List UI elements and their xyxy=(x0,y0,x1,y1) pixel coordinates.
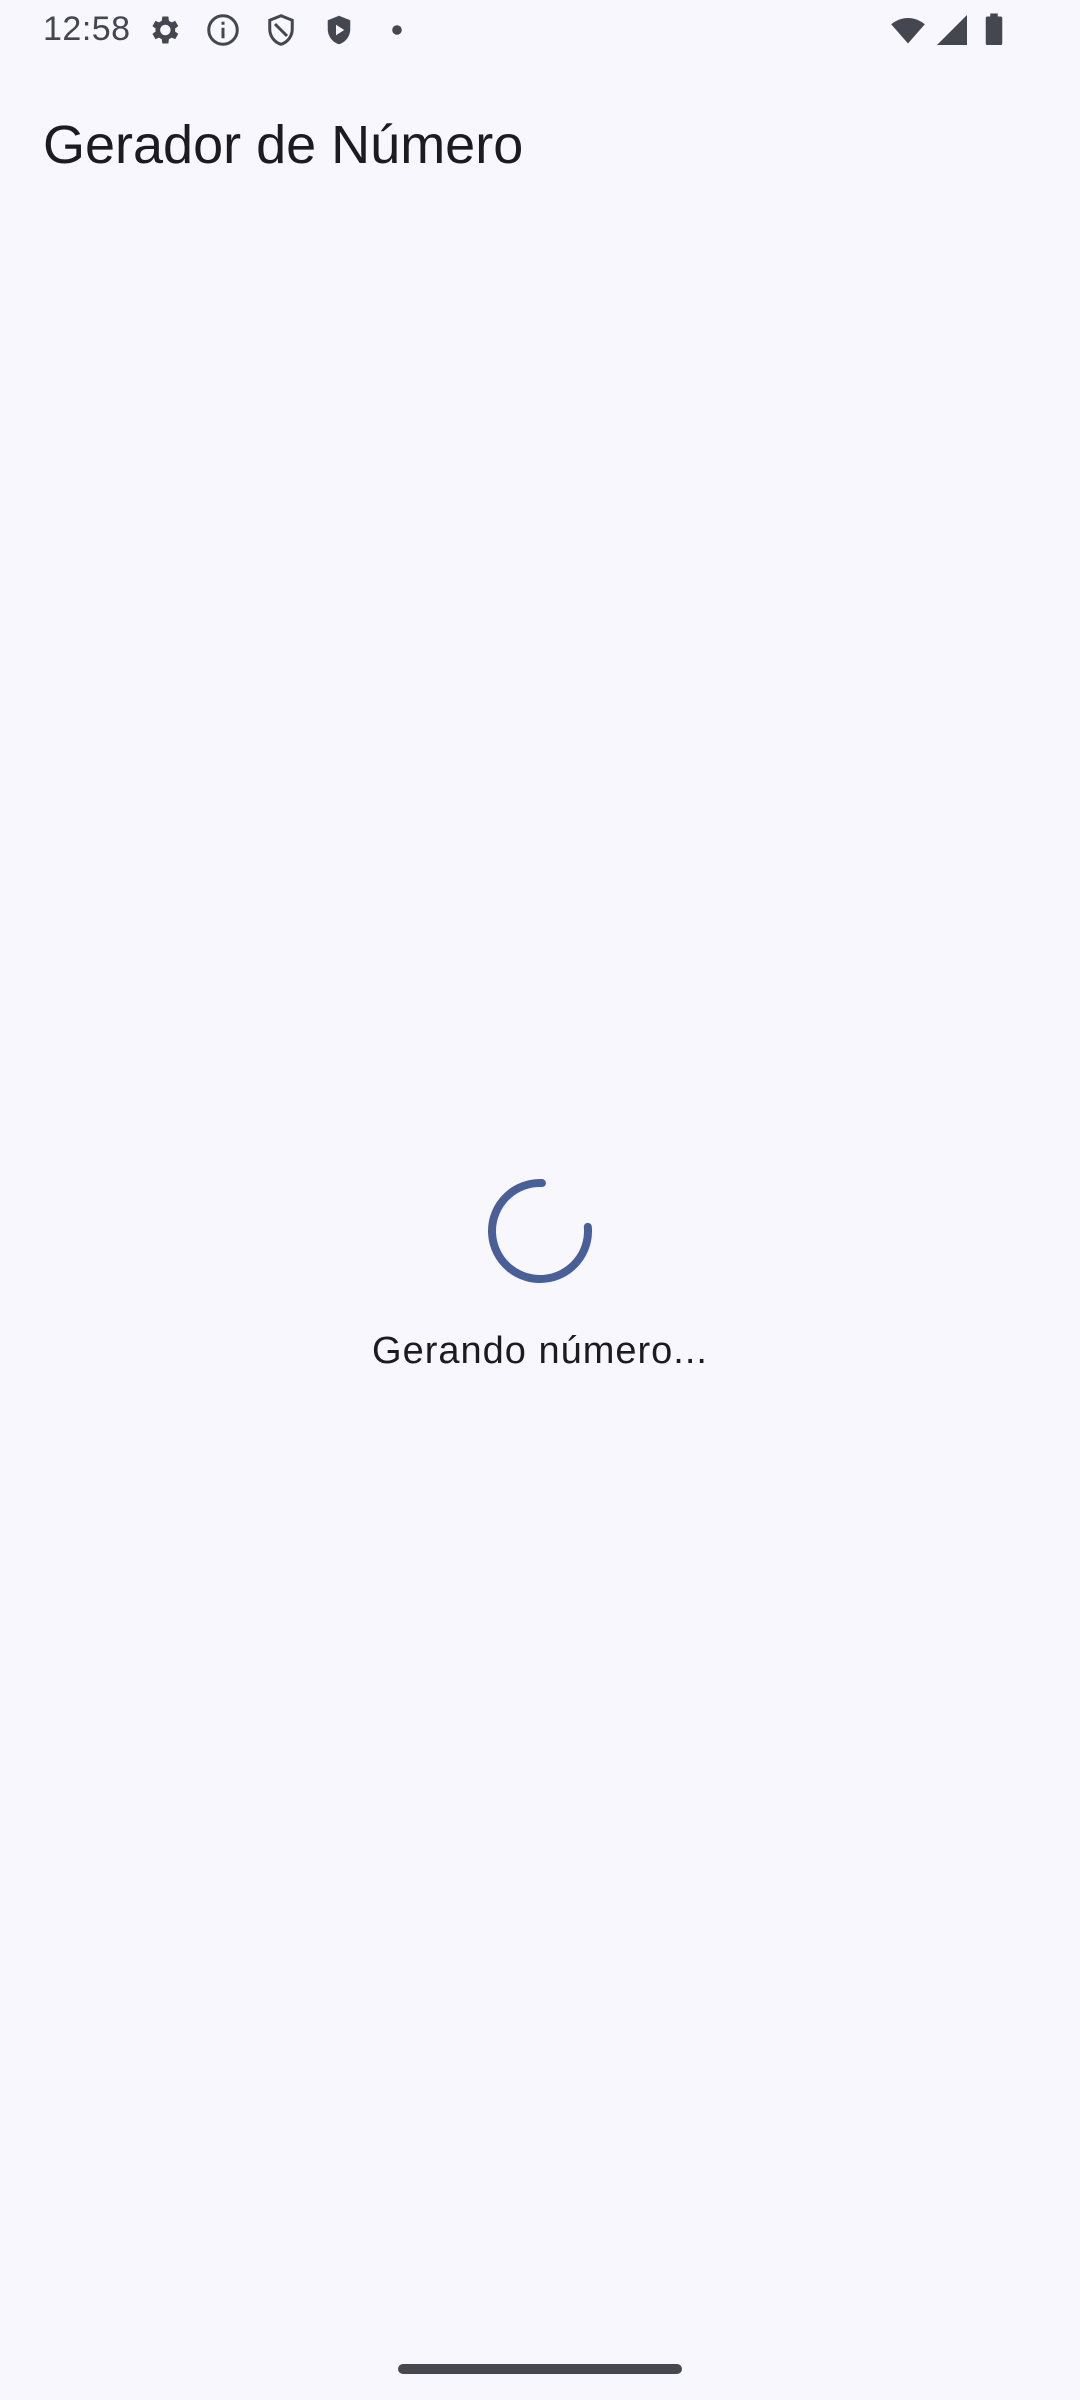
wifi-icon xyxy=(888,12,928,48)
page-title: Gerador de Número xyxy=(43,115,524,175)
top-app-bar: Gerador de Número xyxy=(0,62,1080,230)
loading-spinner xyxy=(487,1178,593,1284)
info-icon xyxy=(205,12,241,48)
dot-icon xyxy=(379,12,415,48)
status-time: 12:58 xyxy=(43,10,131,48)
loading-text: Gerando número... xyxy=(372,1330,708,1372)
gesture-navigation-bar[interactable] xyxy=(398,2364,682,2374)
shield-outline-icon xyxy=(263,12,299,48)
shield-play-icon xyxy=(321,12,357,48)
battery-icon xyxy=(980,12,1008,48)
status-bar: 12:58 xyxy=(0,0,1080,62)
gear-icon xyxy=(146,12,182,48)
signal-icon xyxy=(934,12,970,48)
screen: 12:58 Gerador de Número Gerando número..… xyxy=(0,0,1080,2400)
